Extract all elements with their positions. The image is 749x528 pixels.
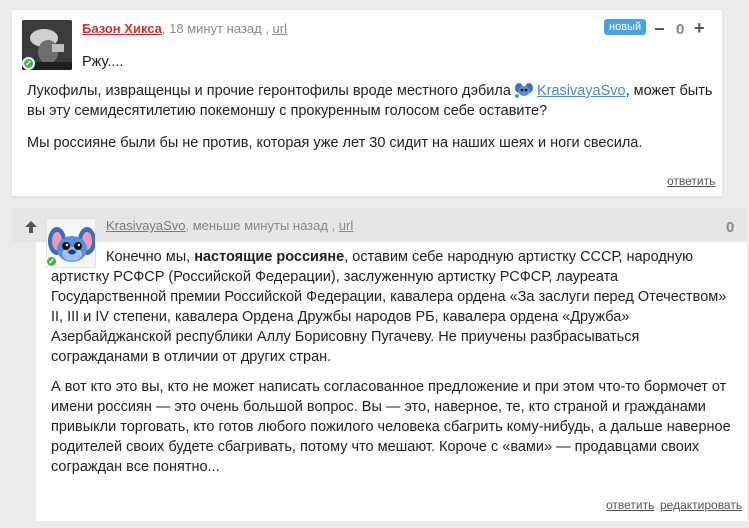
user-mention-link[interactable]: KrasivayaSvo [537, 83, 626, 99]
permalink-url[interactable]: url [273, 21, 287, 36]
author-link[interactable]: Базон Хикса [82, 21, 162, 36]
comment-time: меньше минуты назад [192, 218, 328, 233]
vote-score: 0 [676, 21, 685, 38]
comment-text-paragraph: Лукофилы, извращенцы и прочие геронтофил… [27, 81, 717, 121]
text-fragment: , оставим себе народную артистку СССР, н… [51, 249, 727, 365]
author-link[interactable]: KrasivayaSvo [106, 218, 185, 233]
vote-up-button[interactable]: + [694, 18, 705, 39]
text-fragment: Конечно мы, [106, 249, 191, 265]
vote-score: 0 [726, 219, 735, 236]
new-badge: новый [604, 19, 647, 35]
comment-text-paragraph: Мы россияне были бы не против, которая у… [27, 135, 643, 151]
reply-link[interactable]: ответить [667, 174, 715, 188]
text-fragment: Лукофилы, извращенцы и прочие геронтофил… [27, 83, 511, 99]
comment-text-paragraph: Конечно мы, настоящие россияне, оставим … [51, 247, 737, 367]
text-bold-fragment: настоящие россияне [194, 249, 345, 265]
comment-meta: Базон Хикса, 18 минут назад , url [82, 21, 287, 36]
comment-card: ✓ KrasivayaSvo, меньше минуты назад , ur… [36, 210, 747, 521]
permalink-url[interactable]: url [339, 218, 353, 233]
comment-card: ✓ Базон Хикса, 18 минут назад , url новы… [12, 10, 722, 196]
online-check-icon: ✓ [22, 57, 35, 70]
comment-text-paragraph: А вот кто это вы, кто не может написать … [51, 379, 731, 475]
comment-text-line-1: Ржу.... [82, 54, 124, 70]
comment-meta: KrasivayaSvo, меньше минуты назад , url [106, 218, 354, 233]
edit-link[interactable]: редактировать [660, 498, 742, 512]
comment-time: 18 минут назад [169, 21, 262, 36]
vote-down-button[interactable]: − [654, 19, 665, 40]
reply-link[interactable]: ответить [606, 498, 654, 512]
stitch-mini-avatar-icon [514, 82, 533, 98]
